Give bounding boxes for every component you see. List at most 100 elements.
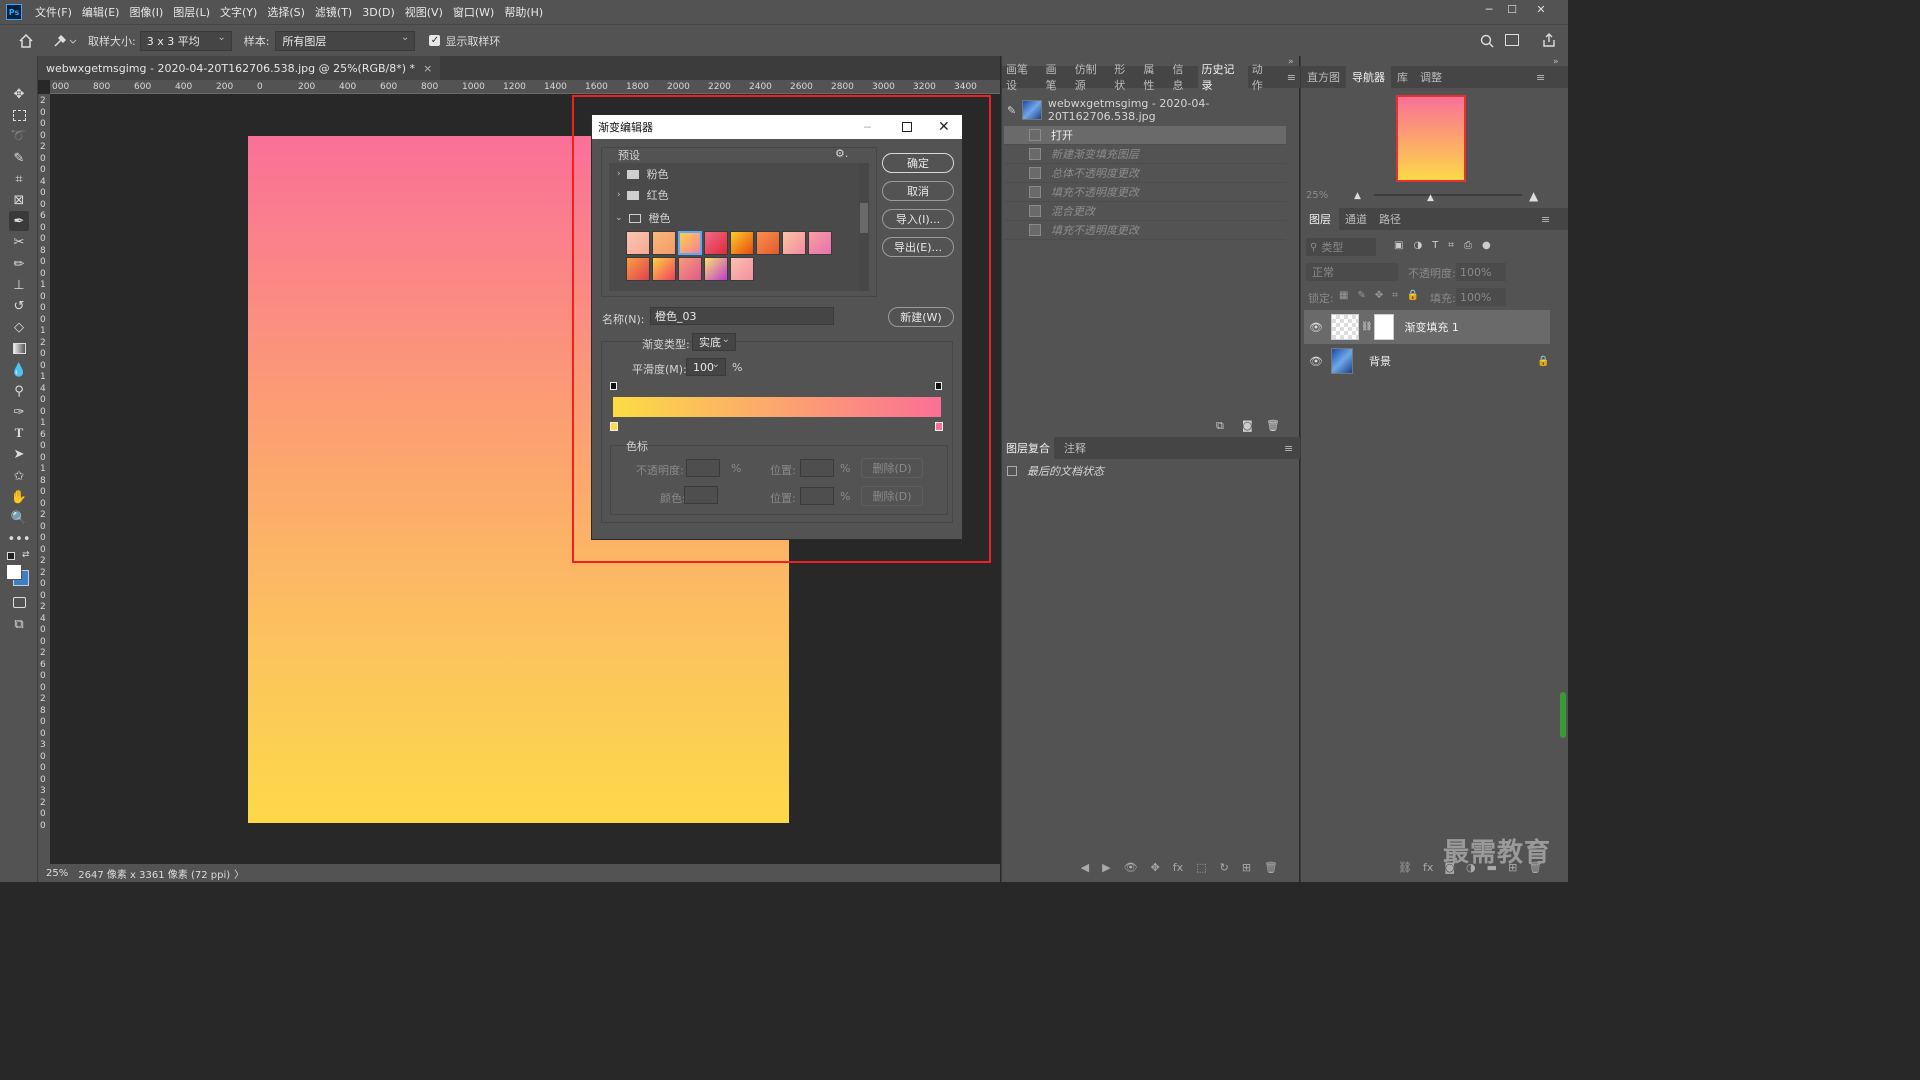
crop-tool-icon[interactable]: ⌗ xyxy=(9,169,29,189)
tab-libraries[interactable]: 库 xyxy=(1391,66,1414,88)
menu-help[interactable]: 帮助(H) xyxy=(499,4,548,20)
menu-window[interactable]: 窗口(W) xyxy=(448,4,499,20)
visibility-eye-icon[interactable]: 👁 xyxy=(1309,355,1323,368)
layer-opacity-input[interactable]: 100% xyxy=(1456,263,1506,281)
zoom-level[interactable]: 25% xyxy=(46,868,68,879)
history-brush-source-icon[interactable]: ✎ xyxy=(1007,104,1016,117)
menu-3d[interactable]: 3D(D) xyxy=(357,6,400,19)
new-document-from-state-icon[interactable]: ⧉ xyxy=(1216,419,1224,433)
tab-notes[interactable]: 注释 xyxy=(1060,437,1090,459)
lock-transparent-icon[interactable]: ▦ xyxy=(1339,290,1348,301)
panel-menu-icon[interactable]: ≡ xyxy=(1532,66,1549,88)
fill-input[interactable]: 100% xyxy=(1456,288,1506,306)
move-tool-icon[interactable]: ✥ xyxy=(9,84,29,104)
path-selection-tool-icon[interactable]: ➤ xyxy=(9,444,29,464)
delete-layer-icon[interactable]: 🗑 xyxy=(1528,861,1542,874)
swap-colors-icon[interactable]: ⇄ xyxy=(22,550,30,560)
filter-toggle-icon[interactable]: ● xyxy=(1482,240,1491,251)
zoom-in-icon[interactable]: ▲ xyxy=(1529,189,1538,203)
update-comp-icon[interactable]: ↻ xyxy=(1220,861,1229,874)
minimize-button[interactable]: ─ xyxy=(1478,0,1500,18)
sample-select[interactable]: 所有图层 xyxy=(275,30,416,51)
default-colors-icon[interactable] xyxy=(7,552,15,560)
lock-all-icon[interactable]: 🔒 xyxy=(1407,290,1419,301)
menu-filter[interactable]: 滤镜(T) xyxy=(310,4,357,20)
layer-background[interactable]: 👁 背景 🔒 xyxy=(1304,344,1550,378)
zoom-tool-icon[interactable]: 🔍 xyxy=(9,508,29,528)
lock-position-icon[interactable]: ✥ xyxy=(1375,290,1383,301)
gradient-tool-icon[interactable] xyxy=(9,338,29,358)
quick-selection-tool-icon[interactable]: ✎ xyxy=(9,148,29,168)
add-mask-icon[interactable]: ◙ xyxy=(1444,861,1455,874)
style-comp-icon[interactable]: fx xyxy=(1173,861,1183,874)
tab-navigator[interactable]: 导航器 xyxy=(1346,66,1391,88)
history-snapshot[interactable]: ✎ webwxgetmsgimg - 2020-04-20T162706.538… xyxy=(1004,96,1286,124)
panel-menu-icon[interactable]: ≡ xyxy=(1537,208,1554,230)
filter-smart-object-icon[interactable]: ⎙ xyxy=(1464,240,1472,251)
eyedropper-tool-preset-icon[interactable] xyxy=(52,33,78,49)
panel-menu-icon[interactable]: ≡ xyxy=(1283,66,1300,88)
tab-paths[interactable]: 路径 xyxy=(1373,208,1407,230)
navigator-preview[interactable] xyxy=(1396,95,1466,182)
zoom-out-icon[interactable]: ▲ xyxy=(1354,191,1361,201)
pen-tool-icon[interactable]: ✑ xyxy=(9,402,29,422)
position-comp-icon[interactable]: ✥ xyxy=(1151,861,1160,874)
foreground-color-swatch[interactable] xyxy=(6,564,22,580)
delete-comp-icon[interactable]: 🗑 xyxy=(1264,861,1278,874)
link-icon[interactable]: ⛓ xyxy=(1361,322,1372,332)
adjustment-layer-icon[interactable]: ◑ xyxy=(1466,861,1476,874)
tab-history[interactable]: 历史记录 xyxy=(1197,63,1248,92)
filter-shape-icon[interactable]: ⌗ xyxy=(1448,240,1454,251)
frame-tool-icon[interactable]: ⊠ xyxy=(9,190,29,210)
hand-tool-icon[interactable]: ✋ xyxy=(9,487,29,507)
layer-mask-thumbnail[interactable] xyxy=(1374,314,1395,340)
shape-tool-icon[interactable]: ✩ xyxy=(9,466,29,486)
marquee-tool-icon[interactable] xyxy=(9,105,29,125)
new-comp-icon[interactable]: ⊞ xyxy=(1242,861,1251,874)
new-group-icon[interactable]: ▬ xyxy=(1487,861,1497,874)
document-tab[interactable]: webwxgetmsgimg - 2020-04-20T162706.538.j… xyxy=(38,56,441,80)
menu-layer[interactable]: 图层(L) xyxy=(168,4,215,20)
filter-type-icon[interactable]: T xyxy=(1432,240,1438,251)
blend-mode-select[interactable]: 正常 xyxy=(1306,263,1398,281)
eraser-tool-icon[interactable]: ◇ xyxy=(9,317,29,337)
history-item[interactable]: 总体不透明度更改 xyxy=(1004,164,1286,183)
history-item[interactable]: 新建渐变填充图层 xyxy=(1004,145,1286,164)
document-tab-close-icon[interactable]: × xyxy=(423,62,432,75)
trash-icon[interactable]: 🗑 xyxy=(1266,419,1280,432)
close-window-button[interactable]: ✕ xyxy=(1530,0,1552,18)
history-item[interactable]: 混合更改 xyxy=(1004,202,1286,221)
menu-type[interactable]: 文字(Y) xyxy=(215,4,262,20)
menu-view[interactable]: 视图(V) xyxy=(400,4,448,20)
new-layer-icon[interactable]: ⊞ xyxy=(1508,861,1517,874)
panel-menu-icon[interactable]: ≡ xyxy=(1280,437,1297,459)
search-icon[interactable] xyxy=(1480,34,1494,48)
filter-pixel-icon[interactable]: ▣ xyxy=(1394,240,1403,251)
lock-artboard-icon[interactable]: ⌗ xyxy=(1392,290,1398,301)
sample-size-select[interactable]: 3 x 3 平均 xyxy=(139,30,232,51)
history-item[interactable]: 填充不透明度更改 xyxy=(1004,221,1286,240)
layer-filter-select[interactable]: ⚲ 类型 xyxy=(1306,238,1376,256)
menu-edit[interactable]: 编辑(E) xyxy=(77,4,125,20)
brush-tool-icon[interactable]: ✏ xyxy=(9,254,29,274)
show-sampling-ring-checkbox[interactable]: ✓ xyxy=(429,35,441,46)
maximize-button[interactable]: ☐ xyxy=(1501,0,1523,18)
tab-info[interactable]: 信息 xyxy=(1168,63,1197,92)
menu-select[interactable]: 选择(S) xyxy=(262,4,310,20)
tab-channels[interactable]: 通道 xyxy=(1339,208,1373,230)
history-item[interactable]: 填充不透明度更改 xyxy=(1004,183,1286,202)
tab-clone-source[interactable]: 仿制源 xyxy=(1071,63,1111,92)
slider-thumb[interactable]: ▲ xyxy=(1427,193,1434,203)
history-item-open[interactable]: 打开 xyxy=(1004,126,1286,145)
tab-layer-comps[interactable]: 图层复合 xyxy=(1002,437,1054,459)
home-icon[interactable] xyxy=(18,33,34,48)
menu-image[interactable]: 图像(I) xyxy=(124,4,168,20)
tab-histogram[interactable]: 直方图 xyxy=(1301,66,1346,88)
tab-adjustments[interactable]: 调整 xyxy=(1414,66,1448,88)
healing-brush-tool-icon[interactable]: ✂ xyxy=(9,232,29,252)
visibility-comp-icon[interactable]: 👁 xyxy=(1124,861,1138,874)
navigator-zoom[interactable]: 25% xyxy=(1306,190,1328,201)
tab-shapes[interactable]: 形状 xyxy=(1110,63,1139,92)
tab-brush-settings[interactable]: 画笔设 xyxy=(1002,63,1042,92)
navigator-zoom-slider[interactable] xyxy=(1374,194,1522,196)
